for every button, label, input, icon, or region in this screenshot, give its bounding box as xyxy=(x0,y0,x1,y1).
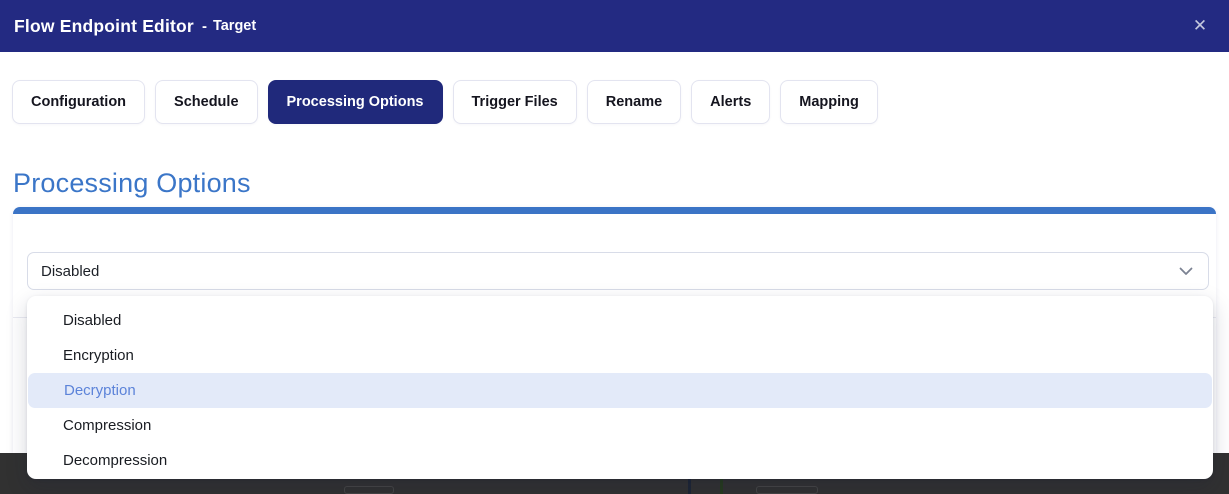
backdrop-occluded-button xyxy=(756,486,818,494)
option-decompression[interactable]: Decompression xyxy=(27,443,1213,478)
tab-schedule[interactable]: Schedule xyxy=(155,80,258,124)
close-icon[interactable]: ✕ xyxy=(1187,13,1213,39)
tab-strip: Configuration Schedule Processing Option… xyxy=(12,80,878,124)
tab-trigger-files[interactable]: Trigger Files xyxy=(452,80,577,124)
option-compression[interactable]: Compression xyxy=(27,408,1213,443)
option-decryption[interactable]: Decryption xyxy=(28,373,1212,408)
option-encryption[interactable]: Encryption xyxy=(27,338,1213,373)
tab-mapping[interactable]: Mapping xyxy=(780,80,878,124)
card-accent-bar xyxy=(13,207,1216,214)
chevron-down-icon xyxy=(1179,267,1193,276)
backdrop-occluded-button xyxy=(344,486,394,494)
select-value: Disabled xyxy=(41,262,100,280)
option-disabled[interactable]: Disabled xyxy=(27,303,1213,338)
tab-processing-options[interactable]: Processing Options xyxy=(267,80,443,124)
dialog-title-separator: - xyxy=(201,17,207,35)
dialog-titlebar: Flow Endpoint Editor - Target ✕ xyxy=(0,0,1229,52)
dialog-title: Flow Endpoint Editor xyxy=(14,15,194,36)
processing-type-select[interactable]: Disabled xyxy=(27,252,1209,290)
tab-configuration[interactable]: Configuration xyxy=(12,80,146,124)
processing-type-dropdown: Disabled Encryption Decryption Compressi… xyxy=(27,296,1213,479)
page-title: Processing Options xyxy=(13,168,251,198)
tab-rename[interactable]: Rename xyxy=(586,80,682,124)
dialog-subtitle: Target xyxy=(212,18,257,34)
tab-alerts[interactable]: Alerts xyxy=(691,80,771,124)
